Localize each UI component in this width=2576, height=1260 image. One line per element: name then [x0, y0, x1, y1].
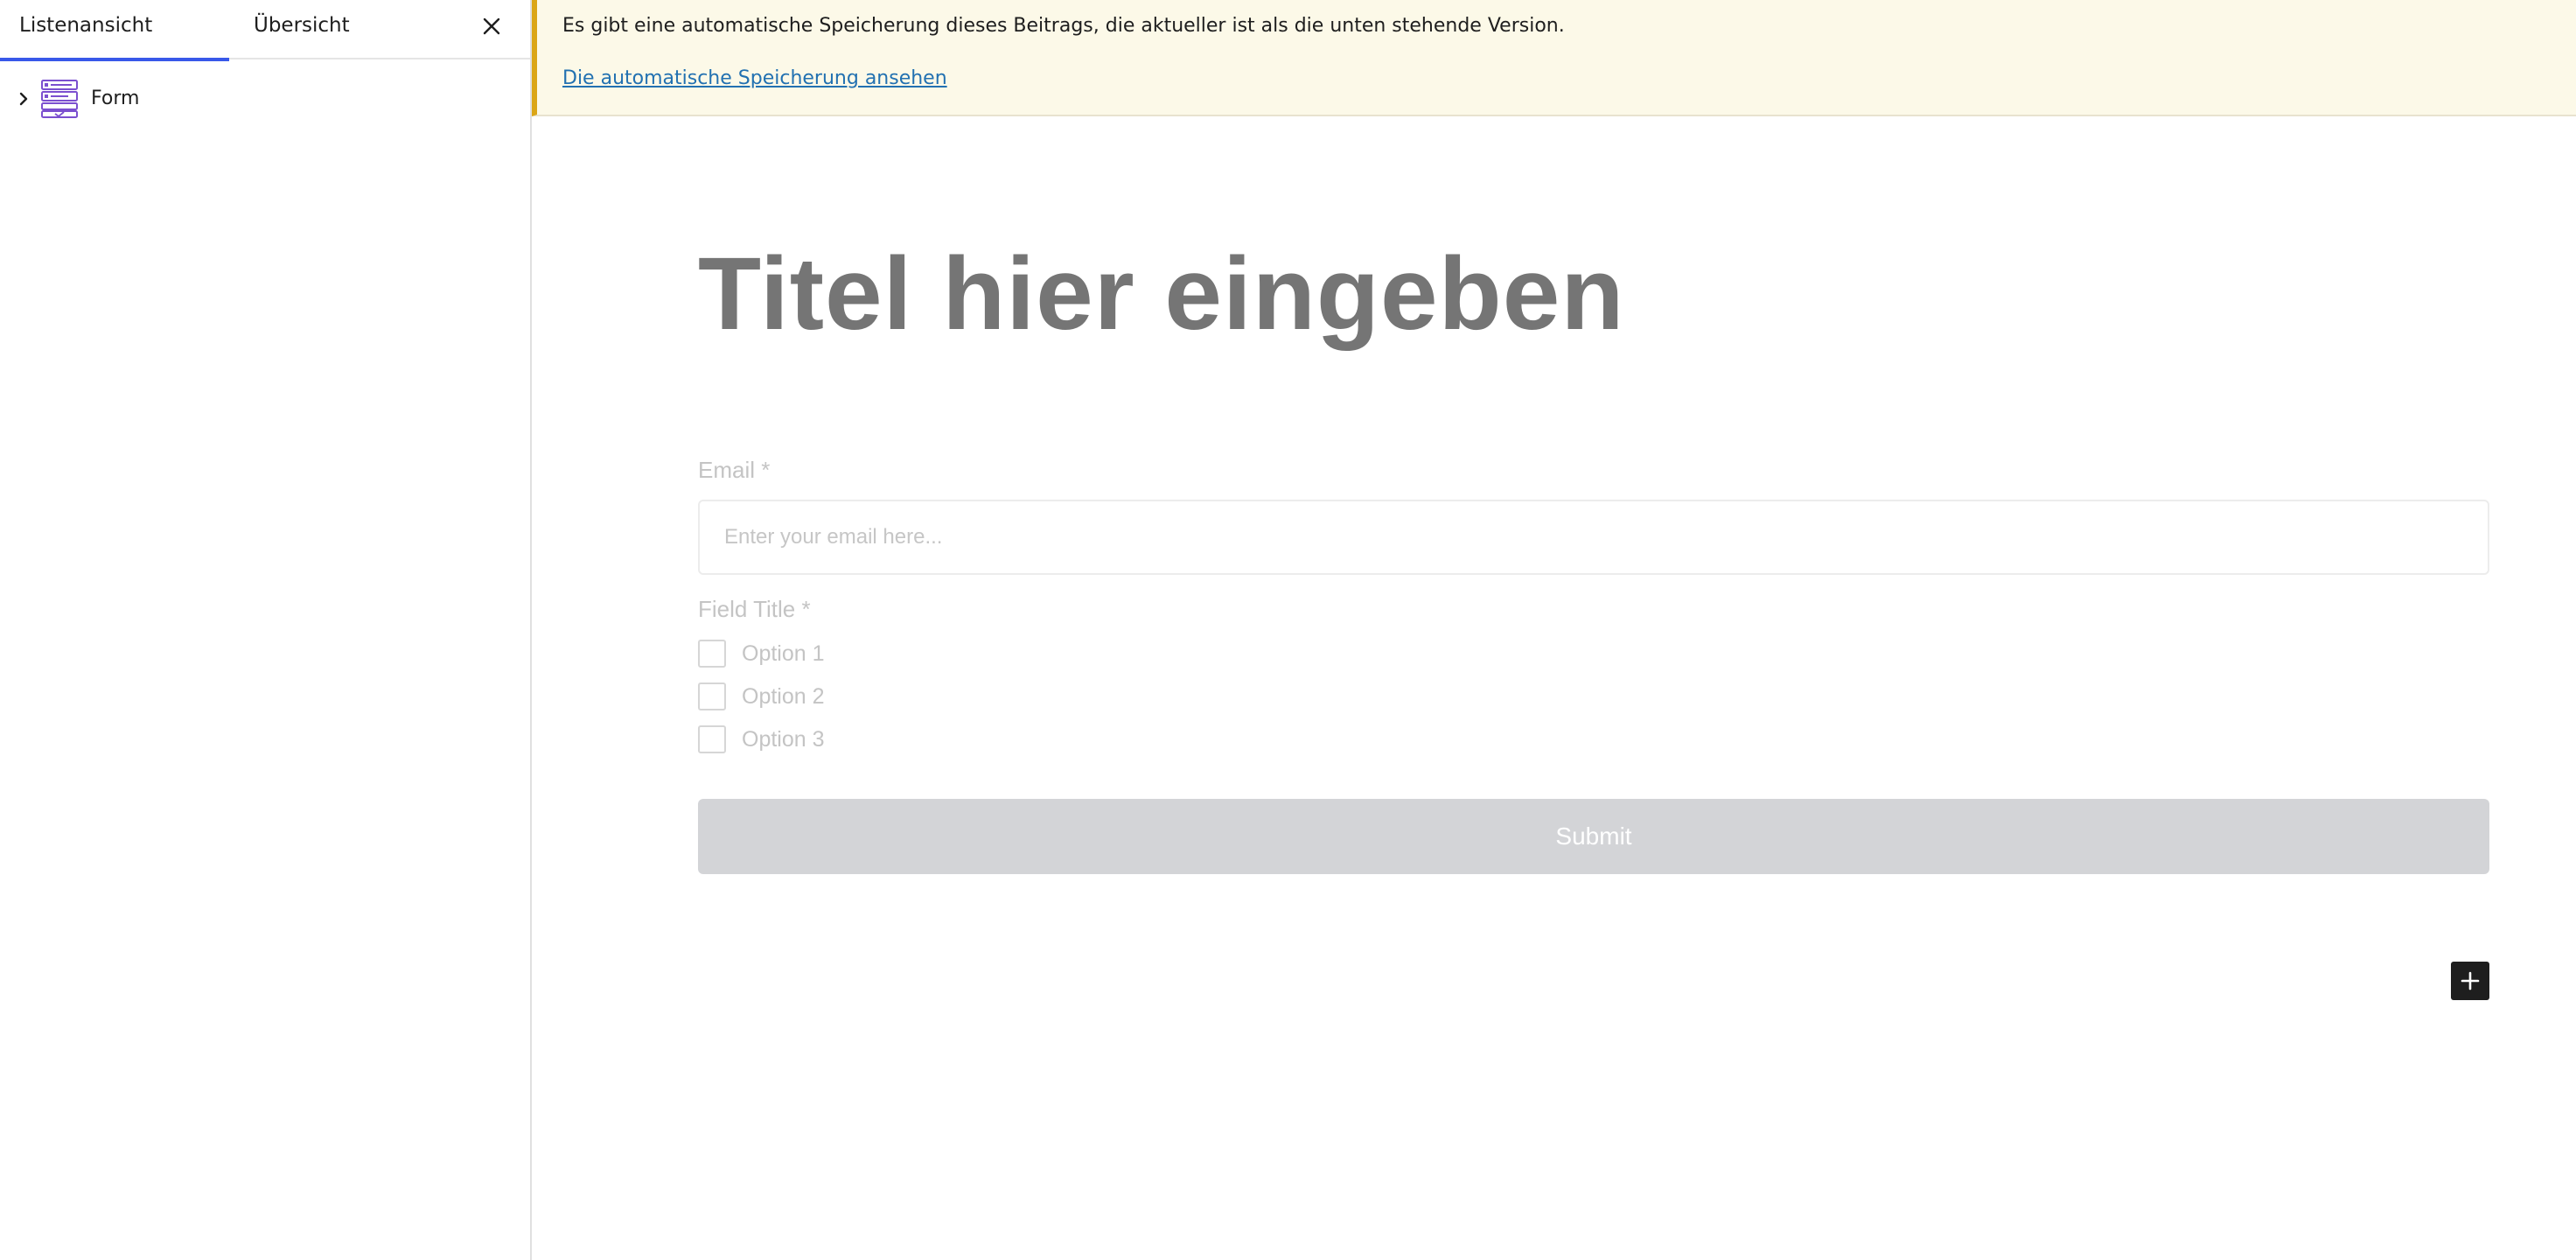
option-label: Option 3: [742, 726, 825, 752]
checkbox[interactable]: [698, 682, 726, 710]
post-title-input[interactable]: Titel hier eingeben: [698, 234, 1624, 354]
option-label: Option 1: [742, 640, 825, 666]
view-autosave-link[interactable]: Die automatische Speicherung ansehen: [562, 67, 947, 89]
checkbox-option-2[interactable]: Option 2: [698, 682, 825, 711]
list-item-form-block[interactable]: Form: [0, 77, 530, 122]
list-view-sidebar: Listenansicht Übersicht Form: [0, 0, 532, 1260]
checkbox-option-3[interactable]: Option 3: [698, 724, 825, 754]
submit-button[interactable]: Submit: [698, 799, 2489, 874]
option-label: Option 2: [742, 683, 825, 709]
notice-message: Es gibt eine automatische Speicherung di…: [562, 15, 1565, 37]
form-block-icon: [41, 80, 78, 118]
checkbox[interactable]: [698, 640, 726, 668]
checkbox-field-title: Field Title *: [698, 596, 811, 622]
email-field-label: Email *: [698, 457, 771, 483]
email-input[interactable]: Enter your email here...: [698, 500, 2489, 575]
close-sidebar-button[interactable]: [474, 9, 509, 44]
tab-overview[interactable]: Übersicht: [254, 0, 429, 60]
tab-list-view[interactable]: Listenansicht: [0, 0, 229, 61]
sidebar-tabs: Listenansicht Übersicht: [0, 0, 530, 61]
checkbox[interactable]: [698, 725, 726, 753]
autosave-notice: Es gibt eine automatische Speicherung di…: [532, 0, 2576, 116]
plus-icon: [2461, 971, 2480, 990]
chevron-right-icon[interactable]: [14, 89, 33, 108]
checkbox-option-1[interactable]: Option 1: [698, 639, 825, 668]
add-block-button[interactable]: [2451, 962, 2489, 1000]
close-icon: [483, 18, 500, 35]
list-item-label: Form: [91, 88, 140, 109]
